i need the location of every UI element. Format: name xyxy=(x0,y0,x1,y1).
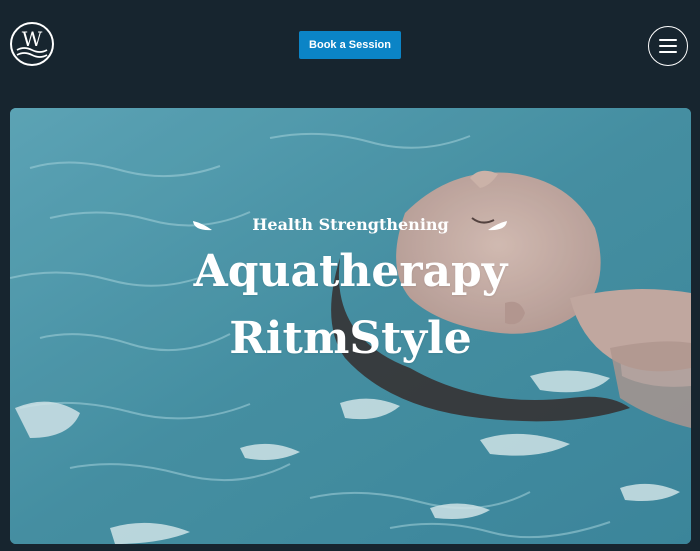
book-session-button[interactable]: Book a Session xyxy=(299,31,401,59)
menu-bar-top xyxy=(659,39,677,41)
menu-bar-bottom xyxy=(659,51,677,53)
hero-eyebrow: Health Strengthening xyxy=(252,215,449,234)
site-header: W Book a Session xyxy=(0,0,700,92)
logo-icon[interactable]: W xyxy=(10,22,54,66)
hero-title-line1: Aquatherapy xyxy=(193,246,508,297)
hero-title-line2: RitmStyle xyxy=(229,313,472,364)
menu-bar-middle xyxy=(659,45,677,47)
hamburger-menu-icon[interactable] xyxy=(648,26,688,66)
logo-waves-icon xyxy=(16,47,48,58)
hero-banner: Health Strengthening Aquatherapy RitmSty… xyxy=(10,108,691,544)
leaf-ornament-icon xyxy=(488,221,507,231)
